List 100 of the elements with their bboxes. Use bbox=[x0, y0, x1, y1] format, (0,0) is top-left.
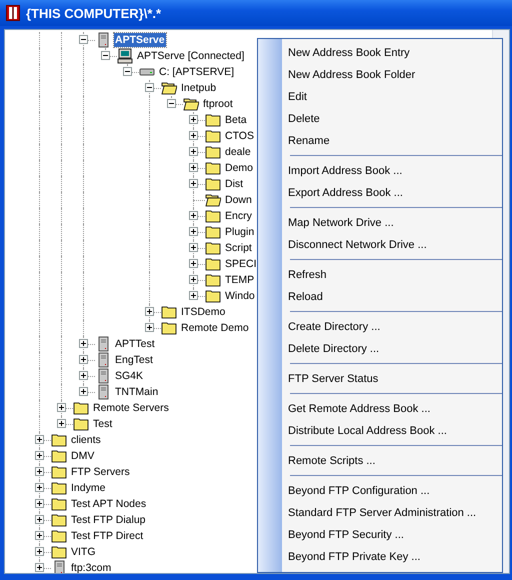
expand-icon[interactable] bbox=[79, 355, 88, 364]
expand-icon[interactable] bbox=[189, 227, 198, 236]
collapse-icon[interactable] bbox=[79, 35, 88, 44]
tree-item[interactable]: Test APT Nodes bbox=[70, 497, 148, 511]
expand-icon[interactable] bbox=[79, 339, 88, 348]
menu-item[interactable]: FTP Server Status bbox=[258, 368, 502, 390]
menu-item[interactable]: Beyond FTP Configuration ... bbox=[258, 480, 502, 502]
open-folder-icon bbox=[205, 192, 221, 208]
tree-item[interactable]: Test FTP Direct bbox=[70, 529, 144, 543]
menu-item[interactable]: Delete bbox=[258, 108, 502, 130]
tree-item[interactable]: TNTMain bbox=[114, 385, 160, 399]
tree-item[interactable]: Down bbox=[224, 193, 253, 207]
menu-item[interactable]: Edit bbox=[258, 86, 502, 108]
tree-item[interactable]: C: [APTSERVE] bbox=[158, 65, 236, 79]
tree-item[interactable]: APTServe bbox=[114, 33, 166, 47]
expand-icon[interactable] bbox=[189, 115, 198, 124]
expand-icon[interactable] bbox=[57, 419, 66, 428]
expand-icon[interactable] bbox=[189, 211, 198, 220]
tree-item[interactable]: EngTest bbox=[114, 353, 154, 367]
menu-item[interactable]: New Address Book Folder bbox=[258, 64, 502, 86]
tree-item[interactable]: ftproot bbox=[202, 97, 234, 111]
tree-item[interactable]: APTServe [Connected] bbox=[136, 49, 246, 63]
collapse-icon[interactable] bbox=[123, 67, 132, 76]
tree-item[interactable]: DMV bbox=[70, 449, 96, 463]
expand-icon[interactable] bbox=[79, 371, 88, 380]
expand-icon[interactable] bbox=[79, 387, 88, 396]
folder-icon bbox=[205, 176, 221, 192]
folder-icon bbox=[51, 544, 67, 560]
expand-icon[interactable] bbox=[35, 435, 44, 444]
expand-icon[interactable] bbox=[189, 259, 198, 268]
menu-item[interactable]: Delete Directory ... bbox=[258, 338, 502, 360]
tree-item[interactable]: Script bbox=[224, 241, 253, 255]
expand-icon[interactable] bbox=[189, 291, 198, 300]
collapse-icon[interactable] bbox=[145, 83, 154, 92]
tree-item[interactable]: Demo bbox=[224, 161, 254, 175]
collapse-icon[interactable] bbox=[167, 99, 176, 108]
expand-icon[interactable] bbox=[35, 563, 44, 572]
menu-item[interactable]: Import Address Book ... bbox=[258, 160, 502, 182]
tree-item[interactable]: Test FTP Dialup bbox=[70, 513, 146, 527]
expand-icon[interactable] bbox=[189, 179, 198, 188]
expand-icon[interactable] bbox=[189, 243, 198, 252]
expand-icon[interactable] bbox=[145, 323, 154, 332]
expand-icon[interactable] bbox=[189, 163, 198, 172]
window-title: {THIS COMPUTER}\*.* bbox=[26, 6, 162, 20]
expand-icon[interactable] bbox=[57, 403, 66, 412]
folder-icon bbox=[205, 112, 221, 128]
menu-item[interactable]: Distribute Local Address Book ... bbox=[258, 420, 502, 442]
folder-icon bbox=[51, 480, 67, 496]
collapse-icon[interactable] bbox=[101, 51, 110, 60]
menu-item[interactable]: Reload bbox=[258, 286, 502, 308]
tree-item[interactable]: ftp:3com bbox=[70, 561, 112, 573]
menu-item[interactable]: New Address Book Entry bbox=[258, 42, 502, 64]
expand-icon[interactable] bbox=[189, 275, 198, 284]
tree-item[interactable]: Test bbox=[92, 417, 114, 431]
tree-item[interactable]: APTTest bbox=[114, 337, 156, 351]
tree-item[interactable]: FTP Servers bbox=[70, 465, 131, 479]
menu-item[interactable]: Map Network Drive ... bbox=[258, 212, 502, 234]
tree-item[interactable]: Remote Servers bbox=[92, 401, 170, 415]
tree-item[interactable]: CTOS bbox=[224, 129, 255, 143]
menu-item[interactable]: Disconnect Network Drive ... bbox=[258, 234, 502, 256]
menu-item[interactable]: Beyond FTP Private Key ... bbox=[258, 546, 502, 568]
folder-icon bbox=[51, 448, 67, 464]
tree-item[interactable]: Dist bbox=[224, 177, 244, 191]
tree-item[interactable]: Inetpub bbox=[180, 81, 218, 95]
menu-item[interactable]: Rename bbox=[258, 130, 502, 152]
menu-item[interactable]: Remote Scripts ... bbox=[258, 450, 502, 472]
expand-icon[interactable] bbox=[35, 467, 44, 476]
tree-item[interactable]: Encry bbox=[224, 209, 253, 223]
tree-item[interactable]: deale bbox=[224, 145, 252, 159]
tree-item[interactable]: TEMP bbox=[224, 273, 256, 287]
menu-item[interactable]: Get Remote Address Book ... bbox=[258, 398, 502, 420]
expand-icon[interactable] bbox=[35, 531, 44, 540]
expand-icon[interactable] bbox=[145, 307, 154, 316]
tree-item[interactable]: VITG bbox=[70, 545, 97, 559]
tree-item[interactable]: Windo bbox=[224, 289, 256, 303]
open-folder-icon bbox=[183, 96, 199, 112]
tree-item[interactable]: Remote Demo bbox=[180, 321, 250, 335]
menu-item[interactable]: Export Address Book ... bbox=[258, 182, 502, 204]
folder-icon bbox=[51, 432, 67, 448]
menu-item[interactable]: Create Directory ... bbox=[258, 316, 502, 338]
folder-icon bbox=[51, 464, 67, 480]
tree-item[interactable]: clients bbox=[70, 433, 102, 447]
menu-item[interactable]: Beyond FTP Security ... bbox=[258, 524, 502, 546]
tree-item[interactable]: SPECI bbox=[224, 257, 258, 271]
menu-item[interactable]: Refresh bbox=[258, 264, 502, 286]
tree-item[interactable]: Indyme bbox=[70, 481, 106, 495]
tree-item[interactable]: Plugin bbox=[224, 225, 256, 239]
expand-icon[interactable] bbox=[35, 483, 44, 492]
tree-item[interactable]: ITSDemo bbox=[180, 305, 226, 319]
expand-icon[interactable] bbox=[189, 147, 198, 156]
expand-icon[interactable] bbox=[35, 515, 44, 524]
expand-icon[interactable] bbox=[189, 131, 198, 140]
folder-icon bbox=[205, 272, 221, 288]
folder-icon bbox=[51, 528, 67, 544]
expand-icon[interactable] bbox=[35, 499, 44, 508]
expand-icon[interactable] bbox=[35, 451, 44, 460]
menu-item[interactable]: Standard FTP Server Administration ... bbox=[258, 502, 502, 524]
tree-item[interactable]: Beta bbox=[224, 113, 248, 127]
tree-item[interactable]: SG4K bbox=[114, 369, 144, 383]
expand-icon[interactable] bbox=[35, 547, 44, 556]
